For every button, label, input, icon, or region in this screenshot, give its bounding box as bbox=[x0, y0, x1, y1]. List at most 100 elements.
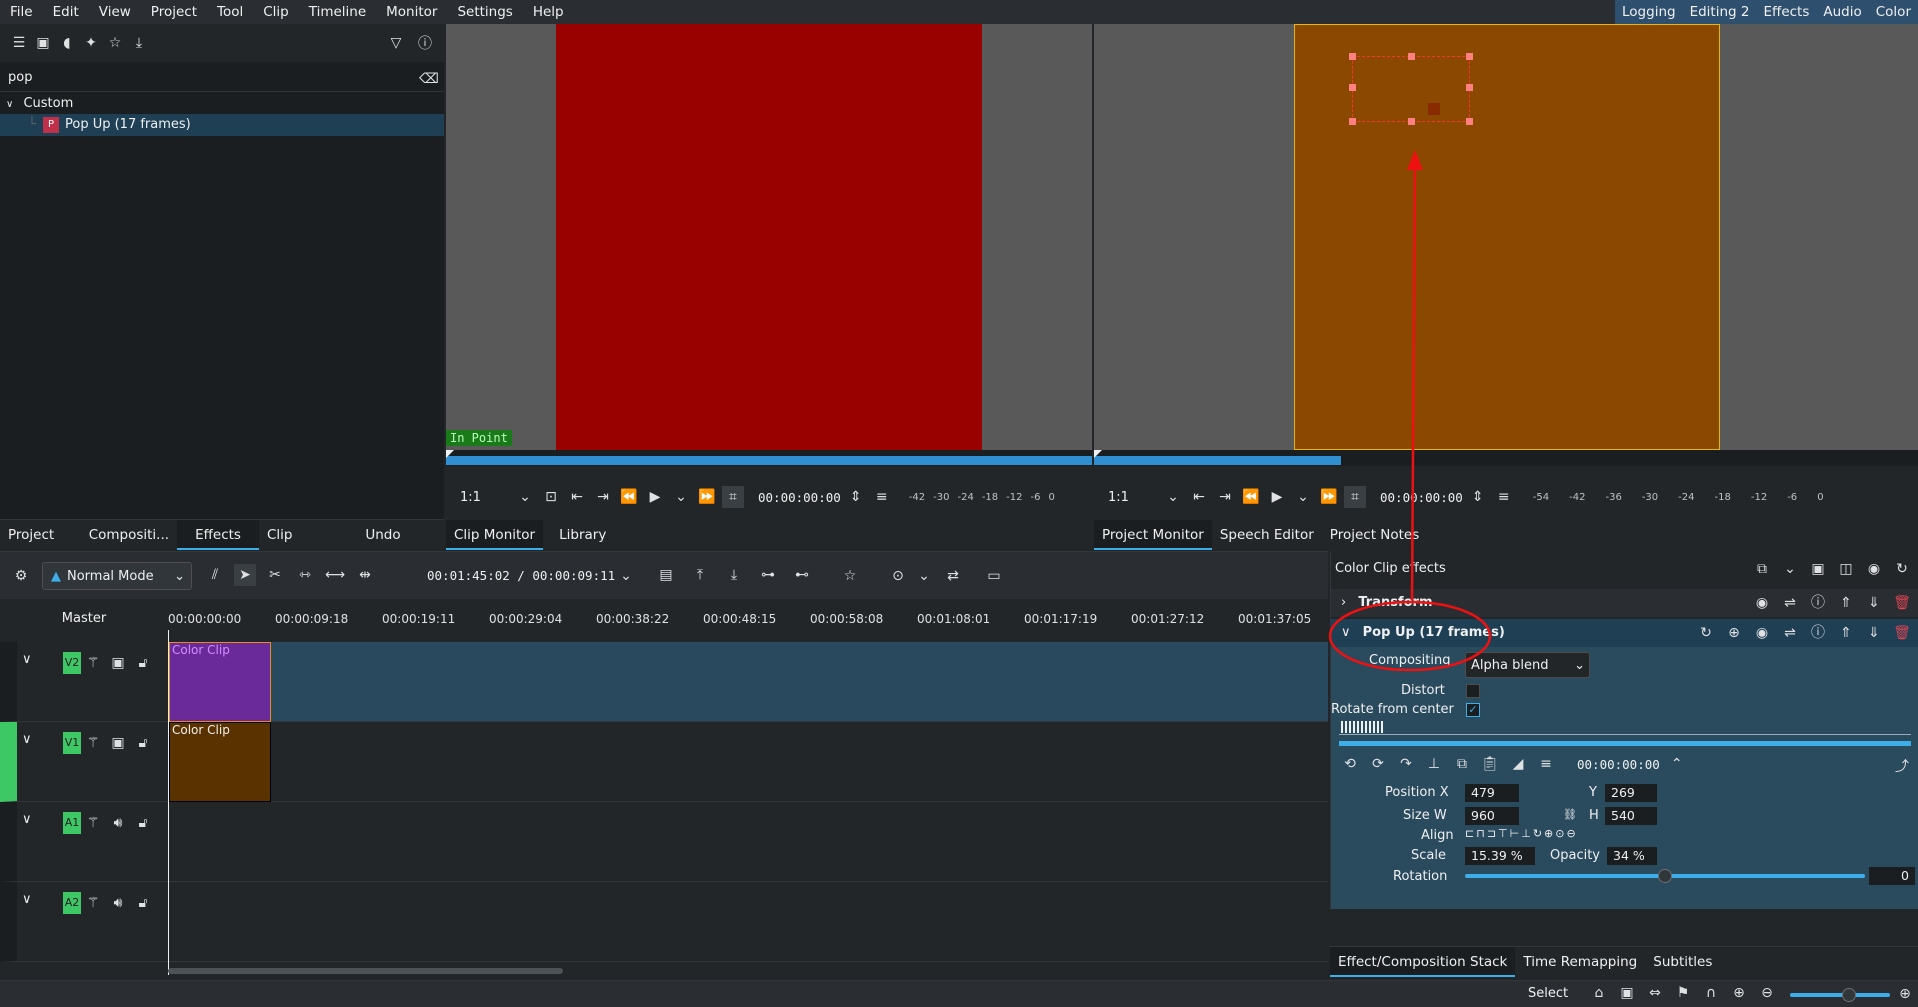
track-header-v1[interactable]: ∨ V1 ⚚ ▣ 🔓︎ bbox=[0, 722, 168, 802]
tab-subtitles[interactable]: Subtitles bbox=[1645, 947, 1720, 977]
zoom-slider[interactable] bbox=[1790, 988, 1890, 1002]
track-header-a1[interactable]: ∨ A1 ⚚ 🔊︎ 🔓︎ bbox=[0, 802, 168, 882]
clip-zoom-select[interactable]: 1:1 bbox=[460, 490, 510, 505]
timeline-scrollbar[interactable] bbox=[168, 968, 563, 974]
set-out-icon[interactable]: ⇥ bbox=[592, 486, 614, 508]
crop-icon[interactable]: ⌗ bbox=[1344, 486, 1366, 508]
size-h-input[interactable]: 540 bbox=[1605, 807, 1657, 825]
record-icon[interactable]: ⊙ bbox=[887, 565, 909, 587]
spacer-icon[interactable]: ⫽ bbox=[204, 564, 226, 586]
forward-icon[interactable]: ⏩ bbox=[1318, 486, 1340, 508]
align-top-icon[interactable]: ⊤ bbox=[1498, 827, 1508, 840]
effects-wand-icon[interactable]: ⚚ bbox=[82, 732, 104, 754]
favorites-icon[interactable]: ☆ bbox=[104, 32, 126, 54]
audio-thumb-icon[interactable]: ⇔ bbox=[1644, 982, 1666, 1004]
fit-icon[interactable]: ⊡ bbox=[540, 486, 562, 508]
resize-handle[interactable] bbox=[1408, 53, 1415, 60]
tab-project-monitor[interactable]: Project Monitor bbox=[1094, 520, 1212, 550]
set-in-icon[interactable]: ⇤ bbox=[1188, 486, 1210, 508]
lock-icon[interactable]: 🔓︎ bbox=[132, 812, 154, 834]
spin-icon[interactable]: ⇕ bbox=[1467, 486, 1489, 508]
move-up-icon[interactable]: ⇑ bbox=[1835, 622, 1857, 644]
timeline-playhead[interactable] bbox=[168, 630, 169, 975]
tab-clip-properties[interactable]: Clip Propert... bbox=[259, 520, 357, 573]
project-timecode[interactable]: 00:00:00:00 bbox=[1380, 490, 1463, 505]
reset-icon[interactable]: ↻ bbox=[1695, 622, 1717, 644]
track-header-v2[interactable]: ∨ V2 ⚚ ▣ 🔓︎ bbox=[0, 642, 168, 722]
rotate-checkbox[interactable]: ✓ bbox=[1466, 703, 1480, 717]
extract-icon[interactable]: ⊶ bbox=[757, 564, 779, 586]
next-keyframe-icon[interactable]: ↷ bbox=[1395, 753, 1417, 775]
zoom-fit-icon[interactable]: ⊙ bbox=[1555, 827, 1564, 840]
play-options-icon[interactable]: ⌄ bbox=[1292, 486, 1314, 508]
align-bottom-icon[interactable]: ⊥ bbox=[1521, 827, 1531, 840]
menu-edit[interactable]: Edit bbox=[43, 0, 89, 24]
timeline-timecode[interactable]: 00:01:45:02 / 00:00:09:11 bbox=[427, 568, 615, 583]
move-down-icon[interactable]: ⇓ bbox=[1863, 592, 1885, 614]
curve-icon[interactable]: ⤴ bbox=[1891, 755, 1913, 777]
zoom-in-icon[interactable]: ⊕ bbox=[1544, 827, 1553, 840]
menu-icon[interactable]: ≡ bbox=[871, 486, 893, 508]
play-options-icon[interactable]: ⌄ bbox=[670, 486, 692, 508]
effects-wand-icon[interactable]: ⚚ bbox=[82, 652, 104, 674]
overwrite-icon[interactable]: ⤒ bbox=[689, 564, 711, 586]
menu-view[interactable]: View bbox=[89, 0, 141, 24]
playhead-marker[interactable] bbox=[446, 450, 454, 458]
spin-icon[interactable]: ⌃ bbox=[1666, 753, 1688, 775]
menu-project[interactable]: Project bbox=[141, 0, 207, 24]
forward-icon[interactable]: ⏩ bbox=[696, 486, 718, 508]
align-vcenter-icon[interactable]: ⊢ bbox=[1510, 827, 1520, 840]
mixer-icon[interactable]: ⇄ bbox=[942, 565, 964, 587]
info-icon[interactable]: ⓘ bbox=[1807, 622, 1829, 644]
crop-icon[interactable]: ⌗ bbox=[722, 486, 744, 508]
track-v2[interactable]: Color Clip bbox=[168, 642, 1328, 722]
zoom-out-icon[interactable]: ⊖ bbox=[1566, 827, 1575, 840]
menu-timeline[interactable]: Timeline bbox=[299, 0, 376, 24]
collapse-icon[interactable]: ∨ bbox=[22, 652, 32, 667]
delete-icon[interactable]: 🗑︎ bbox=[1891, 622, 1913, 644]
slide-icon[interactable]: ⇹ bbox=[354, 564, 376, 586]
save-stack-icon[interactable]: ▣ bbox=[1807, 558, 1829, 580]
center-icon[interactable]: ⊥ bbox=[1423, 753, 1445, 775]
tab-project-bin[interactable]: Project Bin bbox=[0, 520, 81, 573]
effect-pop-up[interactable]: ∨ Pop Up (17 frames) ↻ ⊕ ◉ ⇌ ⓘ ⇑ ⇓ 🗑︎ bbox=[1331, 619, 1918, 647]
resize-handle[interactable] bbox=[1408, 118, 1415, 125]
project-zoom-select[interactable]: 1:1 bbox=[1108, 490, 1158, 505]
keyframe-ruler[interactable] bbox=[1339, 721, 1911, 735]
compositing-select[interactable]: Alpha blend ⌄ bbox=[1465, 652, 1590, 678]
keyframe-timecode[interactable]: 00:00:00:00 bbox=[1577, 757, 1660, 772]
set-in-icon[interactable]: ⇤ bbox=[566, 486, 588, 508]
zoom-in-icon[interactable]: ⊕ bbox=[1894, 983, 1916, 1005]
transform-box[interactable] bbox=[1352, 56, 1470, 122]
tree-item-pop-up[interactable]: └ P Pop Up (17 frames) bbox=[0, 114, 444, 136]
cut-gap-icon[interactable]: ⊷ bbox=[791, 564, 813, 586]
effects-search-input[interactable]: pop ⌫ bbox=[0, 66, 444, 92]
timeline-ruler[interactable]: 00:00:00:00 00:00:09:18 00:00:19:11 00:0… bbox=[168, 606, 1328, 636]
distort-checkbox[interactable] bbox=[1466, 684, 1480, 698]
film-icon[interactable]: ▣ bbox=[107, 652, 129, 674]
zoom-icon[interactable]: ⊕ bbox=[1723, 622, 1745, 644]
favorite-icon[interactable]: ☆ bbox=[839, 565, 861, 587]
tab-clip-monitor[interactable]: Clip Monitor bbox=[446, 520, 544, 550]
tab-library[interactable]: Library bbox=[551, 520, 614, 550]
layout-color[interactable]: Color bbox=[1869, 0, 1918, 24]
lock-icon[interactable]: 🔓︎ bbox=[132, 892, 154, 914]
tab-time-remapping[interactable]: Time Remapping bbox=[1515, 947, 1645, 977]
visibility-icon[interactable]: ◉ bbox=[1751, 622, 1773, 644]
visibility-icon[interactable]: ◉ bbox=[1863, 558, 1885, 580]
align-hcenter-icon[interactable]: ⊓ bbox=[1476, 827, 1485, 840]
track-tag-a1[interactable]: A1 bbox=[63, 812, 81, 834]
info-icon[interactable]: ⓘ bbox=[414, 32, 436, 54]
menu-icon[interactable]: ≡ bbox=[1493, 486, 1515, 508]
collapse-icon[interactable]: ∨ bbox=[22, 732, 32, 747]
speaker-icon[interactable]: 🔊︎ bbox=[107, 812, 129, 834]
download-icon[interactable]: ⤓ bbox=[128, 32, 150, 54]
rotation-slider[interactable] bbox=[1465, 869, 1865, 883]
markers-icon[interactable]: ⚑ bbox=[1672, 982, 1694, 1004]
reset-icon[interactable]: ↻ bbox=[1891, 558, 1913, 580]
play-icon[interactable]: ▶ bbox=[1266, 486, 1288, 508]
position-y-input[interactable]: 269 bbox=[1605, 784, 1657, 802]
align-left-icon[interactable]: ⊏ bbox=[1465, 827, 1474, 840]
layout-audio[interactable]: Audio bbox=[1816, 0, 1868, 24]
edit-mode-select[interactable]: ▲ Normal Mode ⌄ bbox=[42, 562, 192, 590]
